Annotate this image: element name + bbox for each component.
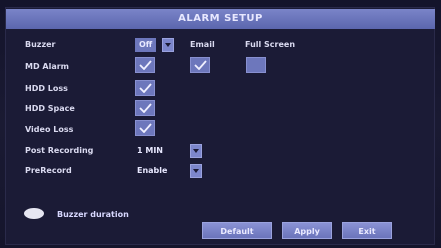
hdd-loss-checkbox[interactable]: [135, 80, 155, 96]
apply-button[interactable]: Apply: [282, 222, 332, 239]
checkmark-icon: [194, 60, 207, 70]
alarm-setup-screen: ALARM SETUP Buzzer Off Email Full Screen…: [0, 0, 441, 248]
buzzer-value: Off: [135, 38, 157, 52]
hint-text: Buzzer duration: [57, 210, 129, 219]
md-email-checkbox[interactable]: [190, 57, 210, 73]
video-loss-checkbox[interactable]: [135, 120, 155, 136]
post-recording-value: 1 MIN: [137, 146, 163, 155]
full-screen-column-label: Full Screen: [245, 40, 296, 49]
checkmark-icon: [139, 60, 152, 70]
md-full-screen-checkbox[interactable]: [246, 57, 266, 73]
post-recording-label: Post Recording: [25, 146, 94, 155]
hdd-loss-label: HDD Loss: [25, 84, 68, 93]
hdd-space-label: HDD Space: [25, 104, 75, 113]
hdd-space-checkbox[interactable]: [135, 100, 155, 116]
buzzer-select[interactable]: Off: [135, 38, 157, 52]
md-alarm-checkbox[interactable]: [135, 57, 155, 73]
buzzer-dropdown-arrow[interactable]: [162, 38, 174, 52]
prerecord-select[interactable]: Enable: [135, 164, 167, 178]
video-loss-label: Video Loss: [25, 125, 74, 134]
dialog-title: ALARM SETUP: [6, 9, 435, 29]
prerecord-dropdown-arrow[interactable]: [190, 164, 202, 178]
buzzer-label: Buzzer: [25, 40, 56, 49]
hint-bullet-icon: [24, 208, 44, 219]
md-alarm-label: MD Alarm: [25, 62, 69, 71]
checkmark-icon: [139, 83, 152, 93]
post-recording-dropdown-arrow[interactable]: [190, 144, 202, 158]
email-column-label: Email: [190, 40, 215, 49]
prerecord-label: PreRecord: [25, 166, 72, 175]
checkmark-icon: [139, 103, 152, 113]
exit-button[interactable]: Exit: [342, 222, 392, 239]
checkmark-icon: [139, 123, 152, 133]
prerecord-value: Enable: [137, 166, 168, 175]
post-recording-select[interactable]: 1 MIN: [135, 144, 163, 158]
default-button[interactable]: Default: [202, 222, 272, 239]
